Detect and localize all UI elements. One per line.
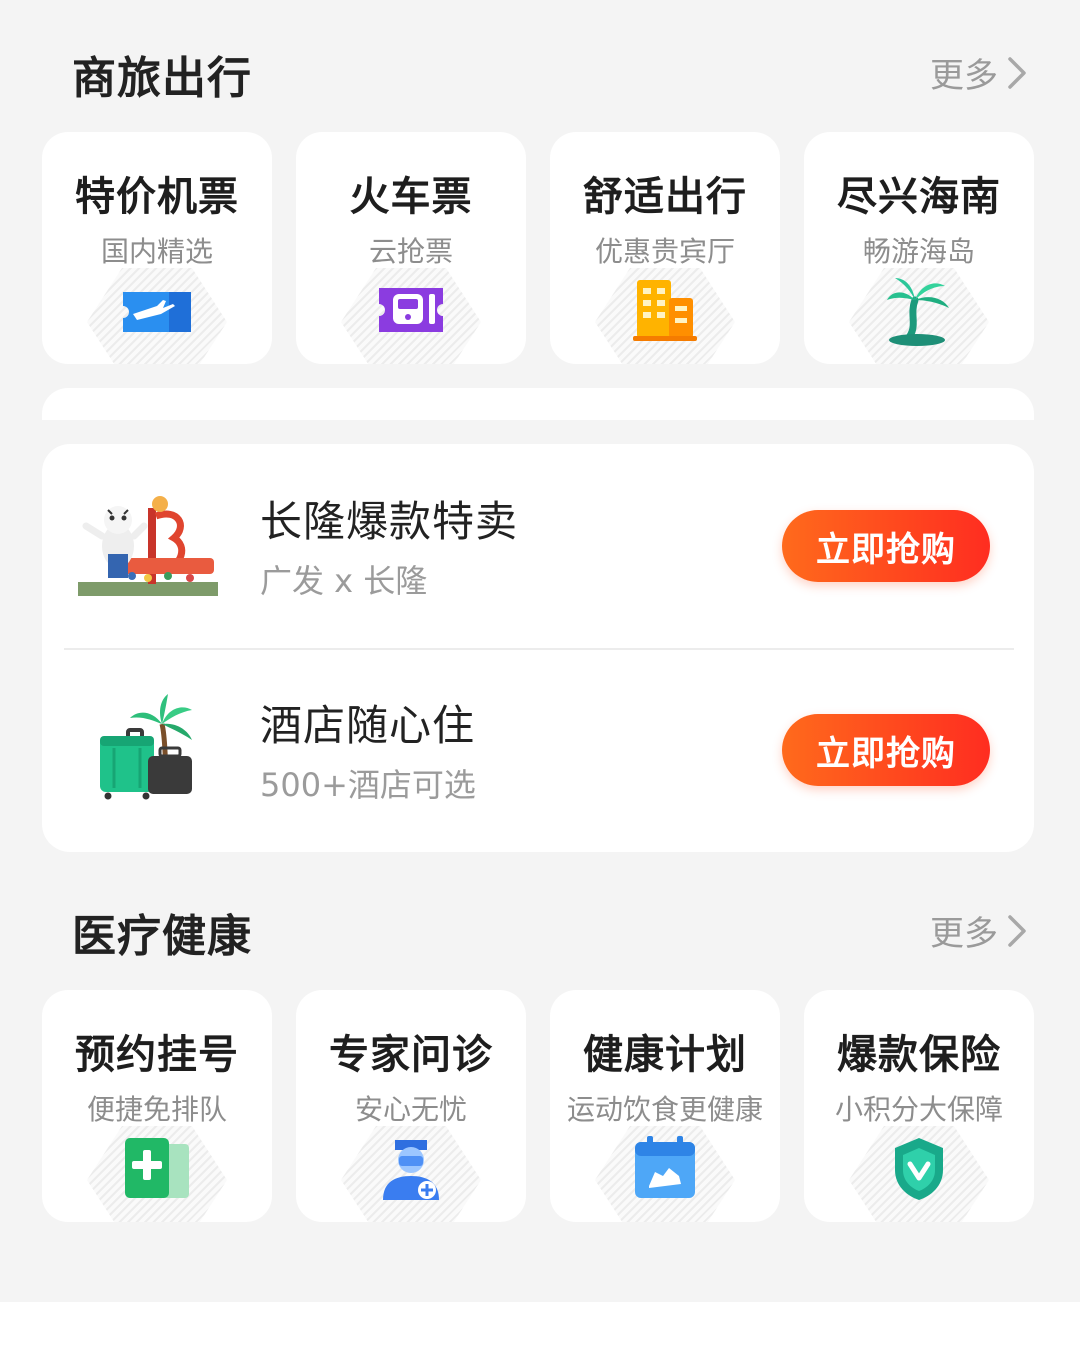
card-hot-insurance[interactable]: 爆款保险 小积分大保障 — [804, 990, 1034, 1222]
promo-title: 酒店随心住 — [260, 701, 476, 750]
card-subtitle: 国内精选 — [100, 235, 213, 268]
promo-card: 长隆爆款特卖 广发 x 长隆 立即抢购 酒店随心住 500+酒店可选 立即抢购 — [42, 444, 1034, 852]
medical-plus-icon — [125, 1138, 189, 1198]
card-title: 爆款保险 — [837, 1032, 1001, 1078]
bottom-strip — [0, 1302, 1080, 1352]
card-appointment[interactable]: 预约挂号 便捷免排队 — [42, 990, 272, 1222]
card-expert-consult[interactable]: 专家问诊 安心无忧 — [296, 990, 526, 1222]
card-title: 尽兴海南 — [837, 174, 1001, 220]
train-ticket-icon — [379, 288, 443, 332]
more-label: 更多 — [930, 914, 998, 954]
card-title: 特价机票 — [75, 174, 239, 220]
card-subtitle: 运动饮食更健康 — [566, 1093, 763, 1126]
page: 商旅出行 更多 特价机票 国内精选 火车票 云抢票 舒适出行 优惠贵宾厅 尽兴海… — [0, 0, 1080, 1302]
chimelong-park-image — [78, 496, 218, 596]
card-comfort-travel[interactable]: 舒适出行 优惠贵宾厅 — [550, 132, 780, 364]
business-travel-cards: 特价机票 国内精选 火车票 云抢票 舒适出行 优惠贵宾厅 尽兴海南 畅游海岛 — [42, 132, 1034, 364]
card-subtitle: 小积分大保障 — [834, 1093, 1003, 1126]
promo-subtitle: 广发 x 长隆 — [260, 562, 428, 600]
card-title: 预约挂号 — [75, 1032, 239, 1078]
card-subtitle: 便捷免排队 — [86, 1093, 227, 1126]
medical-health-more-link[interactable]: 更多 — [930, 906, 1028, 955]
chevron-right-icon — [1008, 56, 1026, 89]
section-title-business-travel: 商旅出行 — [72, 53, 252, 104]
card-title: 舒适出行 — [583, 174, 747, 220]
card-title: 专家问诊 — [329, 1032, 493, 1078]
card-train-ticket[interactable]: 火车票 云抢票 — [296, 132, 526, 364]
shield-icon — [895, 1138, 943, 1200]
promo-subtitle: 500+酒店可选 — [260, 766, 476, 804]
card-subtitle: 云抢票 — [368, 235, 453, 268]
building-icon — [633, 280, 697, 341]
business-travel-more-link[interactable]: 更多 — [930, 48, 1028, 97]
card-special-flight[interactable]: 特价机票 国内精选 — [42, 132, 272, 364]
more-label: 更多 — [930, 56, 998, 96]
card-subtitle: 优惠贵宾厅 — [594, 235, 735, 268]
buy-now-button[interactable]: 立即抢购 — [782, 714, 990, 786]
buy-now-button[interactable]: 立即抢购 — [782, 510, 990, 582]
promo-row-chimelong[interactable]: 长隆爆款特卖 广发 x 长隆 立即抢购 — [42, 444, 1034, 650]
medical-health-cards: 预约挂号 便捷免排队 专家问诊 安心无忧 健康计划 运动饮食更健康 爆款保险 小… — [42, 990, 1034, 1222]
calendar-shoe-icon — [635, 1136, 695, 1198]
luggage-palm-image — [100, 694, 192, 800]
card-subtitle: 畅游海岛 — [862, 235, 975, 268]
promo-title: 长隆爆款特卖 — [260, 497, 519, 546]
promo-row-hotel[interactable]: 酒店随心住 500+酒店可选 立即抢购 — [42, 648, 1034, 852]
card-hainan-trip[interactable]: 尽兴海南 畅游海岛 — [804, 132, 1034, 364]
card-health-plan[interactable]: 健康计划 运动饮食更健康 — [550, 990, 780, 1222]
section-title-medical-health: 医疗健康 — [72, 911, 252, 962]
card-title: 火车票 — [349, 174, 473, 220]
card-subtitle: 安心无忧 — [354, 1093, 467, 1126]
plane-ticket-icon — [123, 292, 191, 332]
collapsed-banner-strip — [42, 388, 1034, 420]
palm-island-icon — [887, 278, 949, 346]
chevron-right-icon — [1008, 914, 1026, 947]
doctor-icon — [383, 1140, 439, 1200]
card-title: 健康计划 — [583, 1032, 747, 1078]
